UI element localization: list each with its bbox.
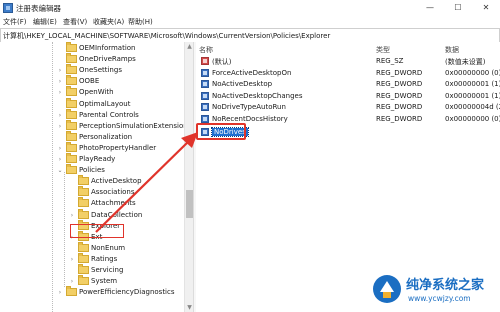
watermark: 纯净系统之家 www.ycwjzy.com (366, 270, 500, 312)
watermark-logo-icon (373, 275, 401, 303)
watermark-url: www.ycwjzy.com (408, 294, 471, 303)
watermark-title: 纯净系统之家 (406, 278, 485, 293)
annotation-arrow (95, 132, 198, 233)
